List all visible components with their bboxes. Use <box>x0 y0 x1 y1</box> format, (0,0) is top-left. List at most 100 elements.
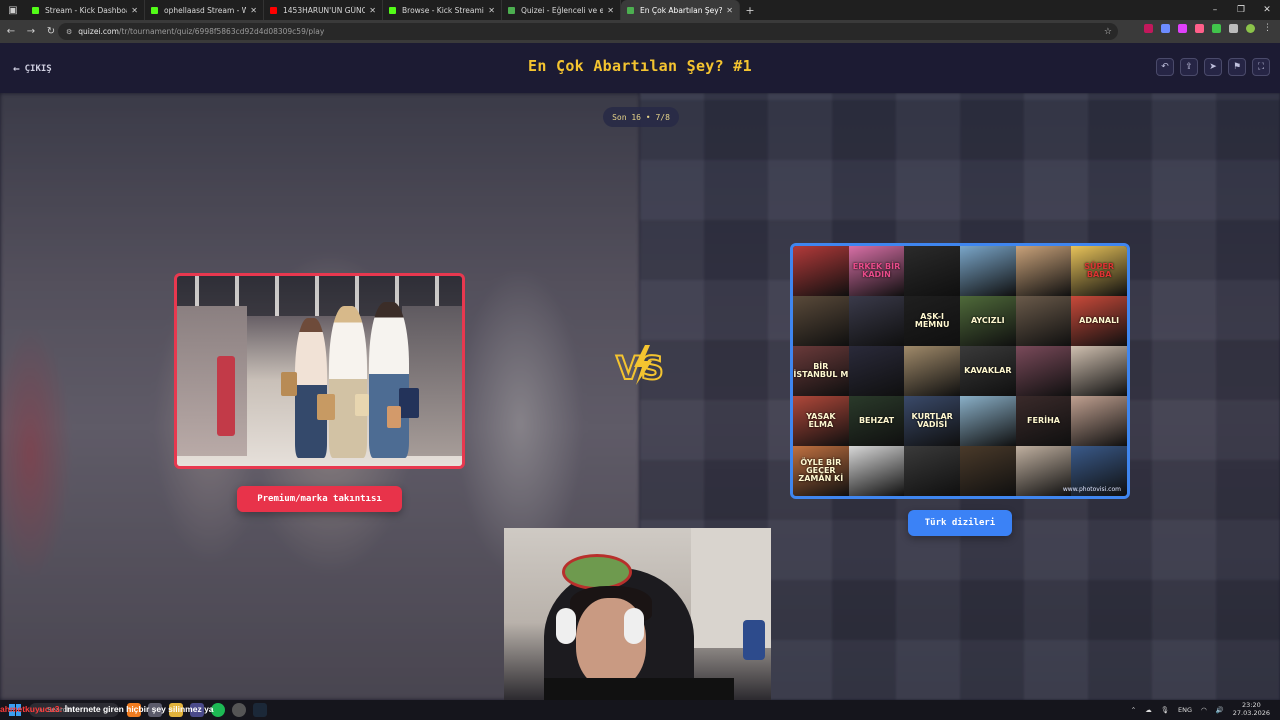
option-left-card[interactable] <box>174 273 465 469</box>
close-window-icon[interactable]: ✕ <box>1254 0 1280 20</box>
collage-tile <box>904 346 960 396</box>
collage-tile: KURTLAR VADİSİ <box>904 396 960 446</box>
site-info-icon[interactable]: ⚙ <box>66 28 72 36</box>
tab-title: Browse - Kick Streaming <box>402 5 485 15</box>
extension-icon[interactable] <box>1144 24 1153 33</box>
fullscreen-icon[interactable]: ⛶ <box>1252 58 1270 76</box>
collage-tile <box>793 296 849 346</box>
clock-date: 27.03.2026 <box>1232 709 1270 717</box>
browser-tab[interactable]: En Çok Abartılan Şey? #1 - Tier✕ <box>621 0 740 20</box>
back-icon[interactable]: ← <box>2 20 20 43</box>
ticker-user: ahmetkuyucu3: <box>0 704 63 714</box>
bookmark-star-icon[interactable]: ☆ <box>1104 27 1112 37</box>
browser-tab[interactable]: Browse - Kick Streaming ✕ <box>383 0 502 20</box>
tab-close-icon[interactable]: ✕ <box>131 6 138 15</box>
tab-close-icon[interactable]: ✕ <box>726 6 733 15</box>
menu-dots-icon[interactable]: ⋮ <box>1263 24 1272 33</box>
window-controls: – ❐ ✕ <box>1202 0 1280 20</box>
browser-tab[interactable]: 1453HARUN'UN GÜNCEL KOL ✕ <box>264 0 383 20</box>
browser-tab[interactable]: Quizei - Eğlenceli ve etkileşimli ✕ <box>502 0 621 20</box>
undo-icon[interactable]: ↶ <box>1156 58 1174 76</box>
flag-icon[interactable]: ⚑ <box>1228 58 1246 76</box>
option-right-card[interactable]: ERKEK BİR KADIN SÜPER BABA AŞK-I MEMNU AYCI… <box>790 243 1130 499</box>
browser-tab[interactable]: Stream - Kick Dashboard ✕ <box>26 0 145 20</box>
collage-tile: KAVAKLAR <box>960 346 1016 396</box>
extension-icon[interactable] <box>1161 24 1170 33</box>
ticker-text: İnternete giren hiçbir şey silinmez ya <box>62 704 214 714</box>
share-icon[interactable]: ⇪ <box>1180 58 1198 76</box>
volume-icon[interactable]: 🔊 <box>1216 706 1224 714</box>
tab-search-icon[interactable]: ▣ <box>0 0 26 20</box>
steam-icon[interactable] <box>253 703 267 717</box>
collage-tile: ÖYLE BİR GEÇER ZAMAN Kİ <box>793 446 849 496</box>
collage-tile: BİR İSTANBUL M <box>793 346 849 396</box>
tab-title: Stream - Kick Dashboard <box>45 5 127 15</box>
collage-tile-title: BİR İSTANBUL M <box>793 362 849 379</box>
quiz-header: ← ÇIKIŞ En Çok Abartılan Şey? #1 ↶ ⇪ ➤ ⚑… <box>0 43 1280 93</box>
clock[interactable]: 23:20 27.03.2026 <box>1232 701 1270 718</box>
collage-tile: AYCIZLI <box>960 296 1016 346</box>
collage-tile <box>960 446 1016 496</box>
new-tab-button[interactable]: + <box>740 4 760 17</box>
puzzle-icon[interactable] <box>1229 24 1238 33</box>
forward-icon[interactable]: → <box>22 20 40 43</box>
tab-favicon-icon <box>151 6 158 14</box>
profile-avatar[interactable] <box>1246 24 1255 33</box>
tab-favicon-icon <box>627 6 634 14</box>
versus-lightning-icon: VS <box>615 345 665 387</box>
wifi-icon[interactable]: ◠ <box>1201 706 1207 714</box>
collage-tile: BEHZAT <box>848 396 905 446</box>
mic-icon[interactable]: 🎙 <box>1161 706 1169 714</box>
collage-tile <box>848 296 905 346</box>
extension-icon[interactable] <box>1212 24 1221 33</box>
browser-tab[interactable]: ophellaasd Stream - Watch Live ✕ <box>145 0 264 20</box>
url-path: /tr/tournament/quiz/6998f5863cd92d4d0830… <box>118 27 325 36</box>
system-tray: ⌃ ☁ 🎙 ENG ◠ 🔊 23:20 27.03.2026 <box>1131 700 1270 720</box>
collage-tile <box>960 246 1016 296</box>
tab-title: ophellaasd Stream - Watch Live <box>164 5 246 15</box>
collage-tile <box>793 246 849 296</box>
collage-tile-title: KURTLAR VADİSİ <box>911 412 953 429</box>
network-icon[interactable]: ☁ <box>1145 706 1152 714</box>
language-indicator[interactable]: ENG <box>1178 706 1192 714</box>
collage-tile: FERİHA <box>1015 396 1072 446</box>
collage-tile-title: FERİHA <box>1027 416 1060 425</box>
tab-close-icon[interactable]: ✕ <box>488 6 495 15</box>
maximize-icon[interactable]: ❐ <box>1228 0 1254 20</box>
send-icon[interactable]: ➤ <box>1204 58 1222 76</box>
tab-close-icon[interactable]: ✕ <box>250 6 257 15</box>
collage-tile <box>1071 396 1127 446</box>
tab-close-icon[interactable]: ✕ <box>369 6 376 15</box>
address-bar: ← → ↻ ⚙ quizei.com /tr/tournament/quiz/6… <box>0 20 1280 43</box>
tab-close-icon[interactable]: ✕ <box>607 6 614 15</box>
url-field[interactable]: ⚙ quizei.com /tr/tournament/quiz/6998f58… <box>58 23 1118 40</box>
tab-favicon-icon <box>389 6 396 14</box>
collage-tile <box>960 396 1016 446</box>
tab-favicon-icon <box>32 6 39 14</box>
chevron-up-icon[interactable]: ⌃ <box>1131 706 1136 714</box>
svg-text:VS: VS <box>616 349 664 387</box>
collage-tile: SÜPER BABA <box>1071 246 1127 296</box>
chat-ticker: ahmetkuyucu3: İnternete giren hiçbir şey… <box>0 704 250 718</box>
extension-icon[interactable] <box>1178 24 1187 33</box>
browser-tab-bar: ▣ Stream - Kick Dashboard✕ophellaasd Str… <box>0 0 1280 20</box>
option-right-label[interactable]: Türk dizileri <box>908 510 1012 536</box>
collage-tile-title: AŞK-I MEMNU <box>914 312 950 329</box>
collage-tile: ERKEK BİR KADIN <box>848 246 905 296</box>
collage-tile-title: AYCIZLI <box>971 316 1005 325</box>
extension-icons: ⋮ <box>1144 24 1272 33</box>
tab-favicon-icon <box>270 6 277 14</box>
tv-series-collage: ERKEK BİR KADIN SÜPER BABA AŞK-I MEMNU AYCI… <box>793 246 1127 496</box>
collage-tile-title: KAVAKLAR <box>964 366 1012 375</box>
collage-tile <box>1015 246 1072 296</box>
collage-tile <box>904 446 960 496</box>
collage-tile-title: ADANALI <box>1079 316 1120 325</box>
tab-title: Quizei - Eğlenceli ve etkileşimli <box>521 5 603 15</box>
extension-icon[interactable] <box>1195 24 1204 33</box>
collage-tile: AŞK-I MEMNU <box>904 296 960 346</box>
collage-tile-title: YASAK ELMA <box>806 412 836 429</box>
option-left-label[interactable]: Premium/marka takıntısı <box>237 486 402 512</box>
collage-tile-title: ERKEK BİR KADIN <box>852 262 901 279</box>
tab-title: En Çok Abartılan Şey? #1 - Tier <box>640 5 723 15</box>
minimize-icon[interactable]: – <box>1202 0 1228 20</box>
